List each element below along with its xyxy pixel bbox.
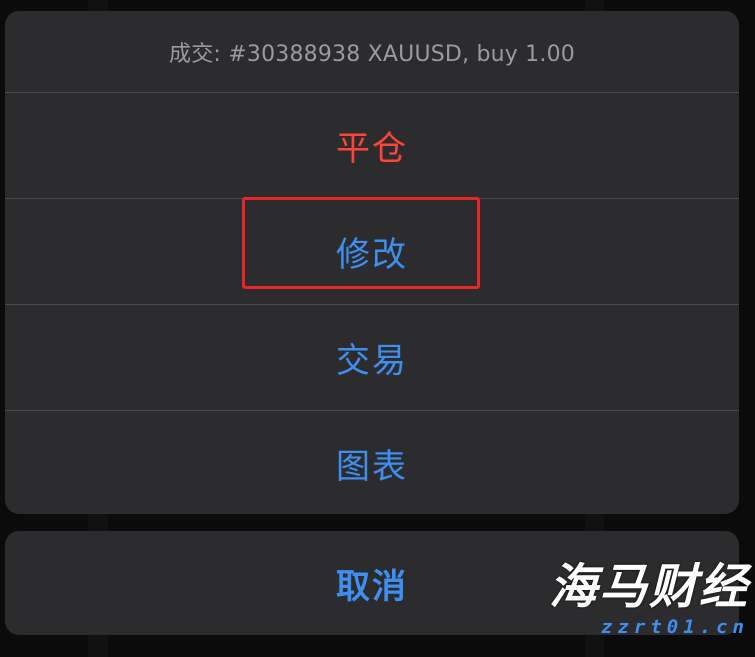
action-sheet: 成交: #30388938 XAUUSD, buy 1.00 平仓 修改 交易 … bbox=[5, 11, 739, 514]
trade-button[interactable]: 交易 bbox=[5, 305, 739, 411]
chart-button[interactable]: 图表 bbox=[5, 411, 739, 514]
cancel-button[interactable]: 取消 bbox=[5, 531, 739, 635]
modify-button[interactable]: 修改 bbox=[5, 199, 739, 305]
close-position-button[interactable]: 平仓 bbox=[5, 93, 739, 199]
action-sheet-title: 成交: #30388938 XAUUSD, buy 1.00 bbox=[5, 11, 739, 93]
